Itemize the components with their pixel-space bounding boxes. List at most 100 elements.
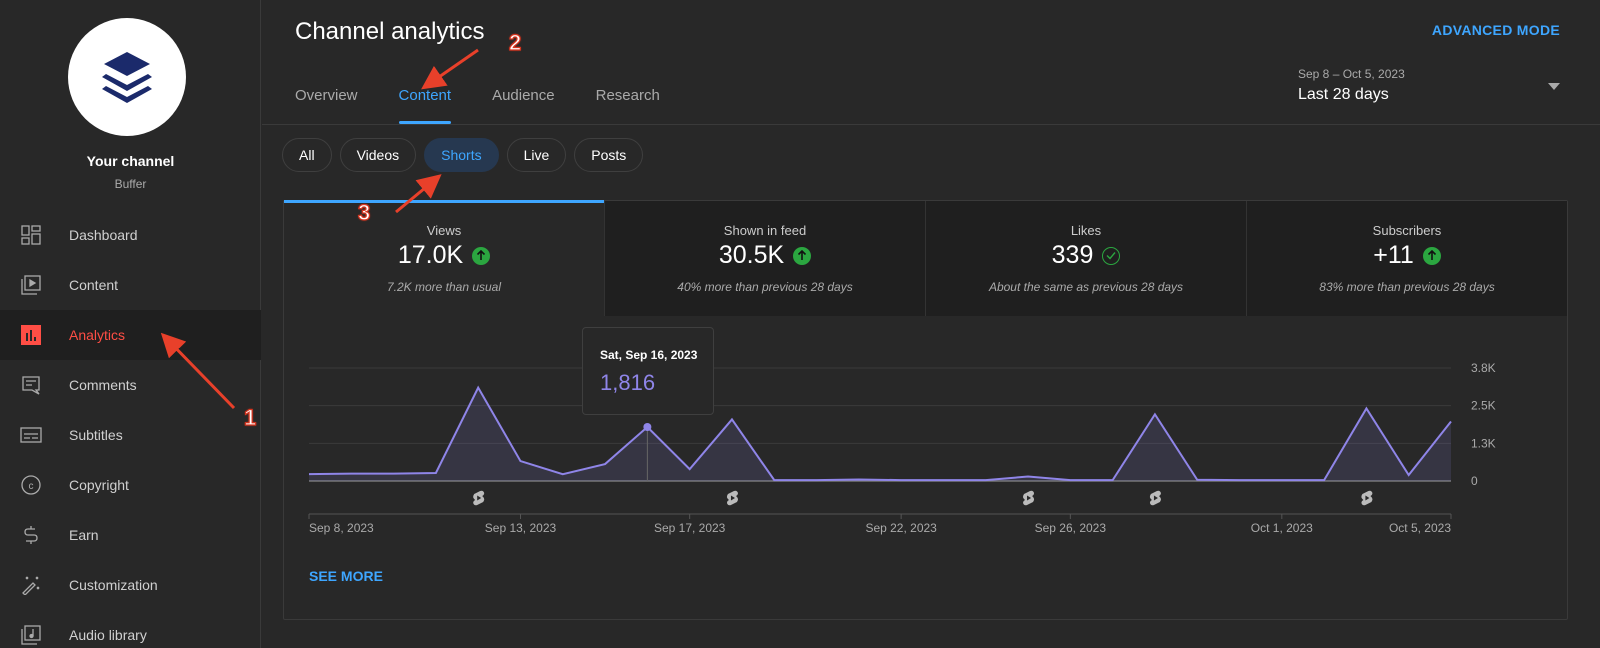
sidebar-item-content[interactable]: Content [0,260,261,310]
metric-shown-in-feed[interactable]: Shown in feed 30.5K 40% more than previo… [604,201,925,316]
copyright-icon: c [20,474,42,496]
see-more-link[interactable]: SEE MORE [309,568,383,584]
y-tick-label: 3.8K [1471,361,1496,375]
y-tick-label: 2.5K [1471,399,1496,413]
metric-label: Subscribers [1372,223,1442,238]
metric-views[interactable]: Views 17.0K 7.2K more than usual [284,200,604,316]
metric-value: 17.0K [397,241,464,269]
annotation-number-3: 3 [357,199,371,225]
tab-overview[interactable]: Overview [295,87,358,118]
metric-likes[interactable]: Likes 339 About the same as previous 28 … [925,201,1246,316]
x-tick-label: Oct 5, 2023 [1389,521,1451,535]
chart-tooltip: Sat, Sep 16, 2023 1,816 [582,327,714,415]
sidebar-item-customization[interactable]: Customization [0,560,261,610]
sidebar-item-label: Earn [69,527,99,543]
highlighted-point [643,422,652,431]
main-content: Channel analytics ADVANCED MODE Overview… [160,0,1600,648]
analytics-icon [20,324,42,346]
sidebar-nav: Dashboard Content Analytics Comments Sub… [0,210,261,648]
x-tick-label: Sep 8, 2023 [309,521,374,535]
date-range-picker[interactable]: Sep 8 – Oct 5, 2023 Last 28 days [1298,64,1560,110]
channel-name: Buffer [114,177,147,191]
metric-tabs: Views 17.0K 7.2K more than usual Shown i… [284,200,1567,316]
shorts-icon [1149,490,1161,506]
shorts-icon [473,490,485,506]
sidebar-item-earn[interactable]: Earn [0,510,261,560]
caret-down-icon [1548,83,1560,90]
sidebar: Your channel Buffer Dashboard Content An… [0,0,261,648]
chip-posts[interactable]: Posts [574,138,644,172]
metrics-card: Views 17.0K 7.2K more than usual Shown i… [283,200,1568,620]
x-tick-label: Sep 26, 2023 [1035,521,1107,535]
annotation-number-1: 1 [243,404,257,430]
sidebar-item-label: Analytics [69,327,126,343]
arrow-up-icon [472,246,491,265]
metric-value: 339 [1051,241,1094,269]
metric-label: Likes [1070,223,1102,238]
x-tick-label: Sep 22, 2023 [865,521,937,535]
sidebar-item-label: Dashboard [69,227,138,243]
tooltip-date: Sat, Sep 16, 2023 [600,348,698,362]
analytics-tabs: Overview Content Audience Research [295,87,701,124]
advanced-mode-button[interactable]: ADVANCED MODE [1432,22,1560,38]
annotation-arrow-2 [421,48,479,90]
metric-comparison: 40% more than previous 28 days [677,280,853,294]
sidebar-item-analytics[interactable]: Analytics [0,310,261,360]
youtube-studio-app: Your channel Buffer Dashboard Content An… [0,0,1600,648]
sidebar-item-comments[interactable]: Comments [0,360,261,410]
date-range-text: Sep 8 – Oct 5, 2023 [1298,67,1405,81]
annotation-number-2: 2 [508,29,522,55]
series-area [309,387,1451,481]
chip-all[interactable]: All [282,138,332,172]
shorts-icon [1023,490,1035,506]
views-chart: 0 1.3K 2.5K 3.8K Sep 8, 2023 Sep 13, 2023 Sep … [284,316,1569,556]
metric-value: 30.5K [718,241,785,269]
dashboard-icon [20,224,42,246]
metric-value: +11 [1373,241,1414,269]
comments-icon [20,374,42,396]
sidebar-item-label: Customization [69,577,158,593]
subtitles-icon [20,424,42,446]
shorts-icon [1361,490,1373,506]
page-title: Channel analytics [295,18,485,45]
shorts-icon [726,490,738,506]
content-type-filters: All Videos Shorts Live Posts [282,138,651,172]
chip-shorts[interactable]: Shorts [424,138,499,172]
check-circle-icon [1102,246,1121,265]
sidebar-item-audio-library[interactable]: Audio library [0,610,261,648]
sidebar-item-dashboard[interactable]: Dashboard [0,210,261,260]
metric-comparison: 83% more than previous 28 days [1319,280,1495,294]
tooltip-value: 1,816 [600,370,656,395]
x-tick-label: Sep 17, 2023 [654,521,726,535]
tab-research[interactable]: Research [596,87,660,118]
sidebar-item-label: Audio library [69,627,147,643]
tab-audience[interactable]: Audience [492,87,555,118]
arrow-up-icon [1422,246,1441,265]
y-tick-label: 0 [1471,474,1478,488]
sidebar-item-label: Content [69,277,119,293]
metric-comparison: About the same as previous 28 days [988,280,1184,294]
sidebar-item-label: Comments [69,377,137,393]
metric-comparison: 7.2K more than usual [386,280,502,294]
channel-avatar[interactable] [68,18,186,136]
chip-videos[interactable]: Videos [339,138,417,172]
x-tick-label: Oct 1, 2023 [1251,521,1313,535]
tab-content[interactable]: Content [398,87,451,124]
chart-svg: 0 1.3K 2.5K 3.8K Sep 8, 2023 Sep 13, 2023 Sep … [308,361,1496,535]
arrow-up-icon [793,246,812,265]
magic-wand-icon [20,574,42,596]
chip-live[interactable]: Live [506,138,567,172]
sidebar-item-label: Subtitles [69,427,123,443]
dollar-icon [20,524,42,546]
sidebar-item-subtitles[interactable]: Subtitles [0,410,261,460]
audio-library-icon [20,624,42,646]
buffer-logo-icon [102,52,152,103]
sidebar-item-copyright[interactable]: c Copyright [0,460,261,510]
sidebar-item-label: Copyright [69,477,129,493]
header-divider [262,124,1600,125]
channel-title: Your channel [86,153,175,169]
svg-text:c: c [29,481,34,492]
metric-label: Shown in feed [723,223,807,238]
metric-subscribers[interactable]: Subscribers +11 83% more than previous 2… [1246,201,1567,316]
date-range-label: Last 28 days [1298,86,1389,103]
